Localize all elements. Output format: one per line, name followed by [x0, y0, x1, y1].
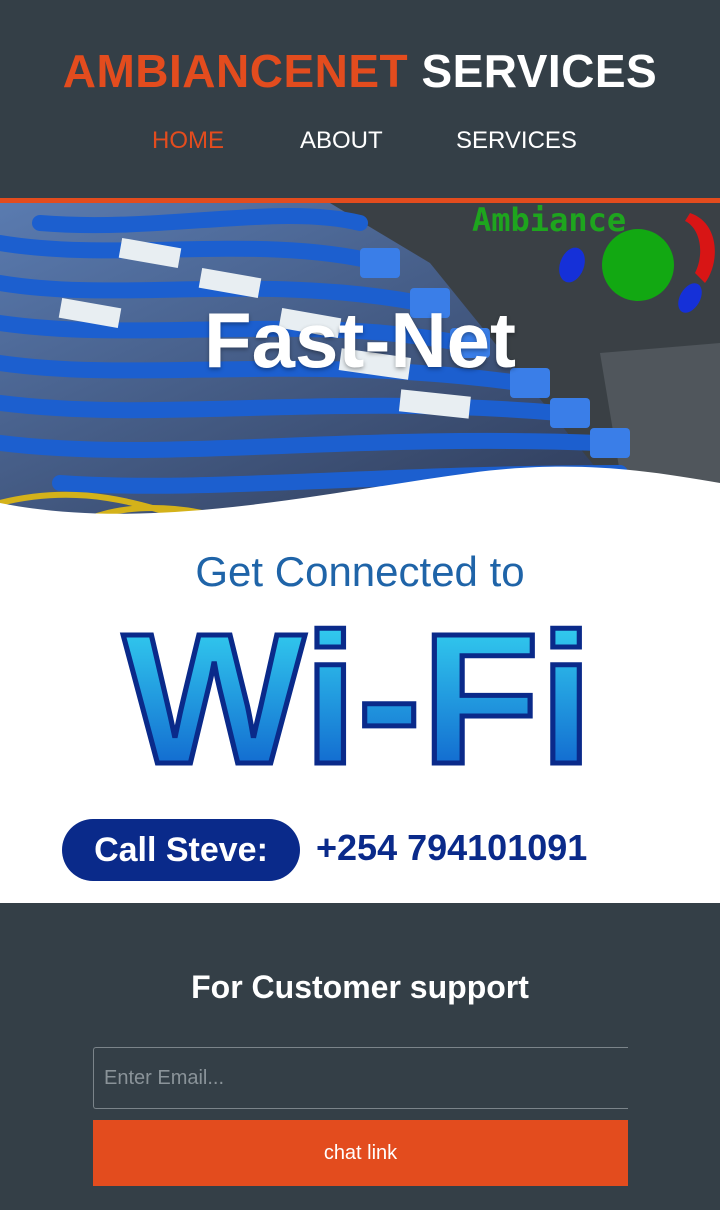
brand-logo-text: Ambiance [472, 203, 627, 239]
nav-services[interactable]: SERVICES [456, 127, 577, 155]
support-title: For Customer support [191, 969, 529, 1005]
nav-home[interactable]: HOME [152, 127, 224, 155]
chat-link-button[interactable]: chat link [93, 1120, 628, 1186]
site-header: AMBIANCENET SERVICES HOME ABOUT SERVICES [0, 0, 720, 198]
site-title-part1: AMBIANCENET [62, 45, 409, 97]
hero-headline: Fast-Net [203, 296, 517, 384]
phone-number: +254 794101091 [316, 827, 588, 868]
support-section: For Customer support chat link [0, 903, 720, 1210]
wifi-text: Wi-Fi [123, 605, 593, 785]
promo-line: Get Connected to [195, 548, 525, 595]
promo-banner: Get Connected to Wi-Fi Call Steve: +254 … [0, 520, 720, 903]
site-title: AMBIANCENET SERVICES [0, 44, 720, 98]
nav-about[interactable]: ABOUT [300, 127, 383, 155]
hero-banner: Ambiance Fast-Net [0, 203, 720, 523]
site-title-part2: SERVICES [421, 45, 658, 97]
wifi-graphic: Wi-Fi [121, 605, 596, 785]
email-input[interactable] [93, 1047, 628, 1109]
call-label: Call Steve: [62, 819, 300, 881]
